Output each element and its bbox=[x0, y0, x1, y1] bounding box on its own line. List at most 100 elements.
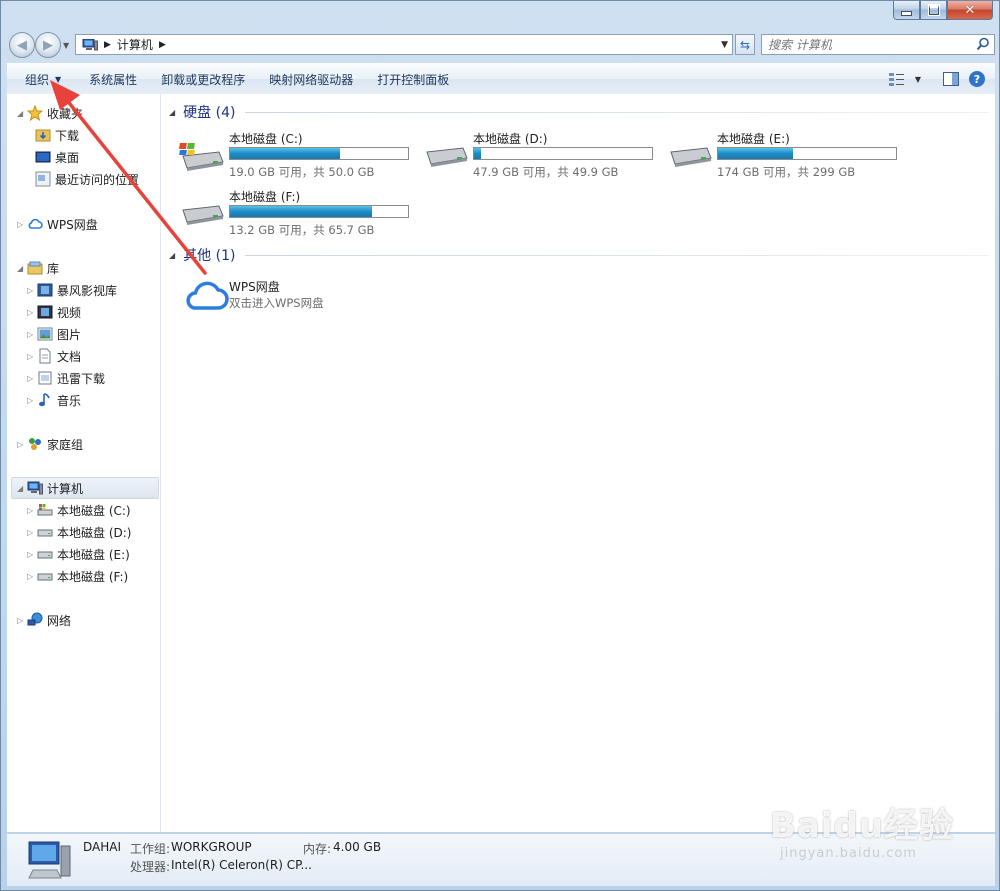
tree-videos[interactable]: ▷ 视频 bbox=[27, 302, 81, 322]
tree-favorites[interactable]: ◢ 收藏夹 bbox=[17, 103, 83, 123]
tree-drive-f[interactable]: ▷ 本地磁盘 (F:) bbox=[27, 566, 128, 586]
expander-icon[interactable]: ▷ bbox=[17, 220, 27, 229]
memory-value: 4.00 GB bbox=[333, 840, 382, 854]
breadcrumb-separator[interactable]: ▶ bbox=[159, 40, 166, 50]
drive-tile-d[interactable]: 本地磁盘 (D:) 47.9 GB 可用，共 49.9 GB bbox=[423, 130, 663, 186]
tree-label: 本地磁盘 (C:) bbox=[57, 503, 131, 518]
group-header-other[interactable]: ◢ 其他 (1) bbox=[169, 245, 235, 265]
expander-icon[interactable]: ▷ bbox=[27, 286, 37, 295]
drive-name: 本地磁盘 (C:) bbox=[229, 132, 303, 146]
group-divider bbox=[245, 255, 989, 256]
expander-icon[interactable]: ◢ bbox=[17, 109, 27, 118]
tree-pictures[interactable]: ▷ 图片 bbox=[27, 324, 81, 344]
tree-downloads[interactable]: 下载 bbox=[35, 125, 79, 145]
file-list: ◢ 硬盘 (4) 本地磁盘 (C:) 19.0 GB 可用，共 50.0 GB bbox=[161, 94, 995, 832]
organize-menu[interactable]: 组织 ▼ bbox=[7, 68, 77, 90]
wps-cloud-item[interactable]: WPS网盘 双击进入WPS网盘 bbox=[179, 276, 479, 316]
tree-music[interactable]: ▷ 音乐 bbox=[27, 390, 81, 410]
expander-icon[interactable]: ◢ bbox=[17, 484, 27, 493]
group-header-hard-disks[interactable]: ◢ 硬盘 (4) bbox=[169, 102, 235, 122]
tree-label: 图片 bbox=[57, 327, 82, 342]
search-icon[interactable] bbox=[976, 37, 990, 51]
tree-desktop[interactable]: 桌面 bbox=[35, 147, 79, 167]
uninstall-programs-button[interactable]: 卸载或更改程序 bbox=[149, 68, 257, 90]
collapse-icon[interactable]: ◢ bbox=[169, 108, 175, 117]
capacity-bar bbox=[229, 147, 409, 160]
expander-icon[interactable]: ▷ bbox=[27, 550, 37, 559]
download-library-icon bbox=[37, 370, 53, 386]
tree-label: 本地磁盘 (D:) bbox=[57, 525, 132, 540]
expander-icon[interactable]: ▷ bbox=[27, 308, 37, 317]
computer-name: DAHAI bbox=[83, 840, 122, 854]
help-icon[interactable]: ? bbox=[969, 71, 985, 87]
close-icon: ✕ bbox=[964, 2, 976, 18]
tree-computer[interactable]: ◢ 计算机 bbox=[17, 478, 83, 498]
cloud-icon bbox=[186, 281, 229, 310]
breadcrumb-computer[interactable]: 计算机 bbox=[117, 36, 153, 53]
arrow-left-icon: ◀ bbox=[17, 37, 27, 53]
tree-homegroup[interactable]: ▷ 家庭组 bbox=[17, 434, 83, 454]
maximize-button[interactable] bbox=[920, 1, 947, 20]
content-area: ◢ 收藏夹 下载 桌面 最近访问的位置 ▷ WPS网盘 ◢ 库 ▷ 暴风影视库 … bbox=[7, 94, 995, 832]
tree-drive-c[interactable]: ▷ 本地磁盘 (C:) bbox=[27, 500, 131, 520]
map-network-drive-button[interactable]: 映射网络驱动器 bbox=[257, 68, 365, 90]
breadcrumb-separator[interactable]: ▶ bbox=[104, 40, 111, 50]
tree-label: WPS网盘 bbox=[47, 217, 98, 232]
hard-drive-icon bbox=[670, 147, 712, 167]
drive-tile-e[interactable]: 本地磁盘 (E:) 174 GB 可用，共 299 GB bbox=[667, 130, 907, 186]
recent-pages-dropdown[interactable]: ▼ bbox=[63, 41, 69, 50]
forward-button[interactable]: ▶ bbox=[35, 32, 61, 58]
tree-recent-places[interactable]: 最近访问的位置 bbox=[35, 169, 139, 189]
address-dropdown[interactable]: ▼ bbox=[721, 40, 728, 50]
search-input[interactable] bbox=[762, 35, 974, 54]
tree-documents[interactable]: ▷ 文档 bbox=[27, 346, 81, 366]
watermark-logo: Baidu经验 bbox=[770, 806, 955, 846]
downloads-folder-icon bbox=[35, 127, 51, 143]
expander-icon[interactable]: ▷ bbox=[27, 374, 37, 383]
address-bar[interactable]: ▶ 计算机 ▶ ▼ bbox=[75, 34, 733, 55]
refresh-button[interactable]: ⇆ bbox=[735, 34, 755, 55]
tree-label: 文档 bbox=[57, 349, 82, 364]
expander-icon[interactable]: ▷ bbox=[27, 396, 37, 405]
expander-icon[interactable]: ▷ bbox=[27, 506, 37, 515]
change-view-icon[interactable] bbox=[888, 72, 905, 86]
expander-icon[interactable]: ▷ bbox=[17, 616, 27, 625]
hard-drive-icon bbox=[182, 205, 224, 225]
open-control-panel-button[interactable]: 打开控制面板 bbox=[365, 68, 461, 90]
expander-icon[interactable]: ▷ bbox=[27, 352, 37, 361]
tree-network[interactable]: ▷ 网络 bbox=[17, 610, 71, 630]
tree-label: 计算机 bbox=[47, 481, 84, 496]
expander-icon[interactable]: ▷ bbox=[17, 440, 27, 449]
search-box[interactable] bbox=[761, 34, 995, 55]
tree-label: 库 bbox=[47, 261, 60, 276]
expander-icon[interactable]: ◢ bbox=[17, 264, 27, 273]
collapse-icon[interactable]: ◢ bbox=[169, 251, 175, 260]
tree-wps[interactable]: ▷ WPS网盘 bbox=[17, 214, 98, 234]
tree-label: 暴风影视库 bbox=[57, 283, 118, 298]
minimize-button[interactable] bbox=[893, 1, 920, 20]
view-dropdown[interactable]: ▼ bbox=[915, 75, 921, 84]
expander-icon[interactable]: ▷ bbox=[27, 572, 37, 581]
tree-xunlei-downloads[interactable]: ▷ 迅雷下载 bbox=[27, 368, 105, 388]
tree-drive-e[interactable]: ▷ 本地磁盘 (E:) bbox=[27, 544, 130, 564]
system-drive-icon bbox=[179, 143, 224, 171]
computer-icon bbox=[27, 480, 43, 496]
system-properties-button[interactable]: 系统属性 bbox=[77, 68, 149, 90]
capacity-fill bbox=[230, 206, 373, 217]
drive-tile-c[interactable]: 本地磁盘 (C:) 19.0 GB 可用，共 50.0 GB bbox=[179, 130, 419, 186]
tree-label: 本地磁盘 (E:) bbox=[57, 547, 130, 562]
tree-baofeng-library[interactable]: ▷ 暴风影视库 bbox=[27, 280, 117, 300]
film-icon bbox=[37, 304, 53, 320]
expander-icon[interactable]: ▷ bbox=[27, 528, 37, 537]
back-button[interactable]: ◀ bbox=[9, 32, 35, 58]
tree-label: 本地磁盘 (F:) bbox=[57, 569, 129, 584]
drive-tile-f[interactable]: 本地磁盘 (F:) 13.2 GB 可用，共 65.7 GB bbox=[179, 188, 419, 244]
explorer-window: ✕ ◀ ▶ ▼ ▶ 计算机 ▶ ▼ ⇆ 组织 ▼ bbox=[0, 0, 1000, 891]
tree-label: 网络 bbox=[47, 613, 72, 628]
preview-pane-icon[interactable] bbox=[943, 72, 959, 86]
tree-drive-d[interactable]: ▷ 本地磁盘 (D:) bbox=[27, 522, 131, 542]
expander-icon[interactable]: ▷ bbox=[27, 330, 37, 339]
tree-libraries[interactable]: ◢ 库 bbox=[17, 258, 59, 278]
close-button[interactable]: ✕ bbox=[947, 1, 993, 20]
recent-places-icon bbox=[35, 171, 51, 187]
